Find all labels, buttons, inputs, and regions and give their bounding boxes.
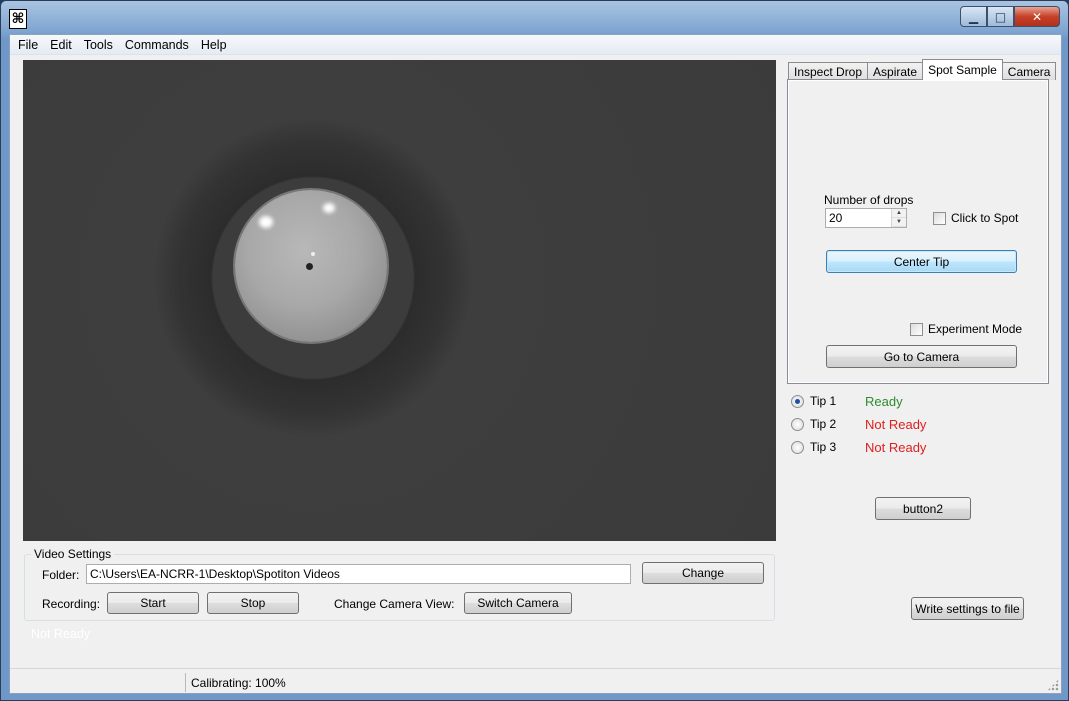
recording-label: Recording: (42, 597, 101, 611)
tip-3-status: Not Ready (865, 440, 927, 455)
tip-2-status: Not Ready (865, 417, 927, 432)
radio-icon[interactable] (791, 417, 804, 431)
button2[interactable]: button2 (875, 497, 971, 520)
number-of-drops-value: 20 (829, 211, 843, 225)
tip-1-radio[interactable]: Tip 1 (791, 394, 836, 408)
write-settings-button[interactable]: Write settings to file (911, 597, 1024, 620)
menu-tools[interactable]: Tools (78, 38, 119, 52)
maximize-icon[interactable]: □ (987, 6, 1014, 27)
tab-spot-sample[interactable]: Spot Sample (922, 59, 1003, 80)
checkbox-icon[interactable] (933, 211, 946, 225)
switch-camera-button[interactable]: Switch Camera (464, 592, 572, 614)
tip-3-label: Tip 3 (810, 440, 837, 454)
app-logo-icon[interactable]: ⌘ (9, 9, 27, 29)
menu-help[interactable]: Help (195, 38, 233, 52)
stop-recording-button[interactable]: Stop (207, 592, 299, 614)
tip-1-label: Tip 1 (810, 394, 837, 408)
tab-strip: Inspect Drop Aspirate Spot Sample Camera (788, 59, 1057, 80)
camera-view-label: Change Camera View: (334, 597, 455, 611)
calibrating-status: Calibrating: 100% (185, 673, 286, 692)
camera-feed[interactable] (23, 60, 776, 541)
spin-down-icon[interactable]: ▼ (892, 218, 906, 227)
experiment-mode-label: Experiment Mode (928, 322, 1023, 336)
spin-up-icon[interactable]: ▲ (892, 209, 906, 218)
close-icon[interactable]: ✕ (1014, 6, 1060, 27)
tip-3-radio[interactable]: Tip 3 (791, 440, 836, 454)
number-of-drops-label: Number of drops (824, 193, 914, 207)
menu-commands[interactable]: Commands (119, 38, 195, 52)
folder-label: Folder: (42, 568, 80, 582)
app-window: ⌘ ▁ □ ✕ File Edit Tools Commands Help Vi… (0, 0, 1069, 701)
window-controls: ▁ □ ✕ (960, 6, 1060, 27)
tip-2-radio[interactable]: Tip 2 (791, 417, 836, 431)
go-to-camera-button[interactable]: Go to Camera (826, 345, 1017, 368)
click-to-spot-checkbox[interactable]: Click to Spot (933, 211, 1018, 225)
video-settings-group: Video Settings Folder: C:\Users\EA-NCRR-… (24, 547, 775, 621)
minimize-icon[interactable]: ▁ (960, 6, 987, 27)
tab-aspirate[interactable]: Aspirate (867, 62, 924, 80)
tab-inspect-drop[interactable]: Inspect Drop (788, 62, 869, 80)
tip-1-status: Ready (865, 394, 903, 409)
start-recording-button[interactable]: Start (107, 592, 199, 614)
overlay-status-text: Not Ready (31, 627, 91, 641)
radio-icon[interactable] (791, 440, 804, 454)
checkbox-icon[interactable] (910, 322, 923, 336)
center-tip-button[interactable]: Center Tip (826, 250, 1017, 273)
menu-edit[interactable]: Edit (44, 38, 78, 52)
status-bar: Calibrating: 100% (10, 668, 1061, 693)
client-area: File Edit Tools Commands Help Video Sett… (9, 34, 1062, 694)
folder-path-input[interactable]: C:\Users\EA-NCRR-1\Desktop\Spotiton Vide… (86, 564, 631, 584)
click-to-spot-label: Click to Spot (951, 211, 1019, 225)
droplet-image (235, 190, 387, 342)
radio-selected-icon[interactable] (791, 394, 804, 408)
tab-camera[interactable]: Camera (1001, 62, 1057, 80)
video-settings-title: Video Settings (31, 547, 115, 561)
menu-bar: File Edit Tools Commands Help (10, 35, 1061, 55)
spot-sample-panel: Number of drops 20 ▲ ▼ Click to Spot Cen… (787, 79, 1049, 384)
number-of-drops-stepper[interactable]: 20 ▲ ▼ (825, 208, 907, 228)
change-folder-button[interactable]: Change (642, 562, 764, 584)
tip-2-label: Tip 2 (810, 417, 837, 431)
menu-file[interactable]: File (12, 38, 44, 52)
resize-grip-icon[interactable] (1047, 679, 1059, 691)
experiment-mode-checkbox[interactable]: Experiment Mode (910, 322, 1022, 336)
